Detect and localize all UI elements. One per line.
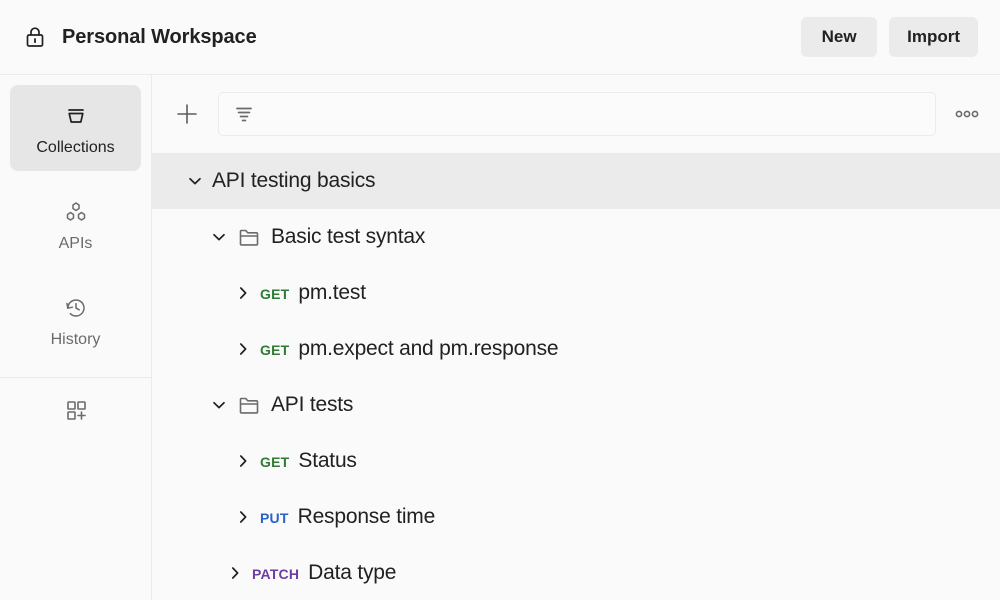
sidebar-item-label-history: History — [51, 332, 101, 348]
left-rail: Collections APIs — [0, 75, 152, 600]
import-button[interactable]: Import — [889, 17, 978, 57]
request-method: GET — [260, 342, 289, 358]
request-method: GET — [260, 286, 289, 302]
chevron-right-icon[interactable] — [226, 451, 260, 471]
sidebar-item-apis[interactable]: APIs — [10, 181, 141, 267]
workspace-title: Personal Workspace — [62, 26, 257, 49]
filter-box[interactable] — [218, 92, 936, 136]
tree-row-request[interactable]: PATCH Data type — [152, 545, 1000, 600]
request-method: GET — [260, 454, 289, 470]
new-button[interactable]: New — [801, 17, 877, 57]
chevron-right-icon[interactable] — [218, 563, 252, 583]
collections-toolbar — [152, 75, 1000, 153]
filter-icon — [233, 103, 255, 125]
request-name: Status — [298, 449, 356, 473]
tree-row-request[interactable]: GET pm.test — [152, 265, 1000, 321]
sidebar-item-label-apis: APIs — [59, 236, 93, 252]
sidebar-item-label-collections: Collections — [36, 140, 114, 156]
request-name: pm.test — [298, 281, 365, 305]
tree-row-collection[interactable]: API testing basics — [152, 153, 1000, 209]
workspace-header: Personal Workspace New Import — [0, 0, 1000, 75]
request-method: PATCH — [252, 566, 299, 582]
app-body: Collections APIs — [0, 75, 1000, 600]
sidebar-item-collections[interactable]: Collections — [10, 85, 141, 171]
request-entry: GET pm.expect and pm.response — [260, 337, 558, 361]
tree-row-request[interactable]: GET Status — [152, 433, 1000, 489]
request-method: PUT — [260, 510, 289, 526]
lock-icon — [22, 24, 48, 50]
chevron-right-icon[interactable] — [226, 507, 260, 527]
filter-input[interactable] — [265, 106, 921, 123]
plus-icon[interactable] — [170, 97, 204, 131]
history-icon — [61, 293, 91, 323]
apis-icon — [61, 197, 91, 227]
more-horizontal-icon[interactable] — [950, 97, 984, 131]
collections-pane: API testing basics Ba — [152, 75, 1000, 600]
sidebar-item-history[interactable]: History — [10, 277, 141, 363]
tree-row-folder[interactable]: Basic test syntax — [152, 209, 1000, 265]
chevron-right-icon[interactable] — [226, 283, 260, 303]
folder-name: Basic test syntax — [271, 225, 425, 249]
chevron-down-icon[interactable] — [202, 227, 236, 247]
request-entry: PATCH Data type — [252, 561, 396, 585]
chevron-down-icon[interactable] — [202, 395, 236, 415]
chevron-down-icon[interactable] — [178, 171, 212, 191]
request-entry: GET Status — [260, 449, 357, 473]
request-name: Response time — [298, 505, 435, 529]
app-window: Personal Workspace New Import Collection… — [0, 0, 1000, 600]
request-name: pm.expect and pm.response — [298, 337, 558, 361]
sidebar-item-new-module[interactable] — [10, 378, 141, 442]
chevron-right-icon[interactable] — [226, 339, 260, 359]
folder-icon — [236, 224, 262, 250]
request-entry: GET pm.test — [260, 281, 366, 305]
tree-row-request[interactable]: GET pm.expect and pm.response — [152, 321, 1000, 377]
collections-tree: API testing basics Ba — [152, 153, 1000, 600]
folder-name: API tests — [271, 393, 353, 417]
tree-row-request[interactable]: PUT Response time — [152, 489, 1000, 545]
request-name: Data type — [308, 561, 396, 585]
request-entry: PUT Response time — [260, 505, 435, 529]
new-module-icon — [61, 395, 91, 425]
collections-icon — [61, 101, 91, 131]
folder-icon — [236, 392, 262, 418]
tree-row-folder[interactable]: API tests — [152, 377, 1000, 433]
collection-name: API testing basics — [212, 169, 375, 193]
